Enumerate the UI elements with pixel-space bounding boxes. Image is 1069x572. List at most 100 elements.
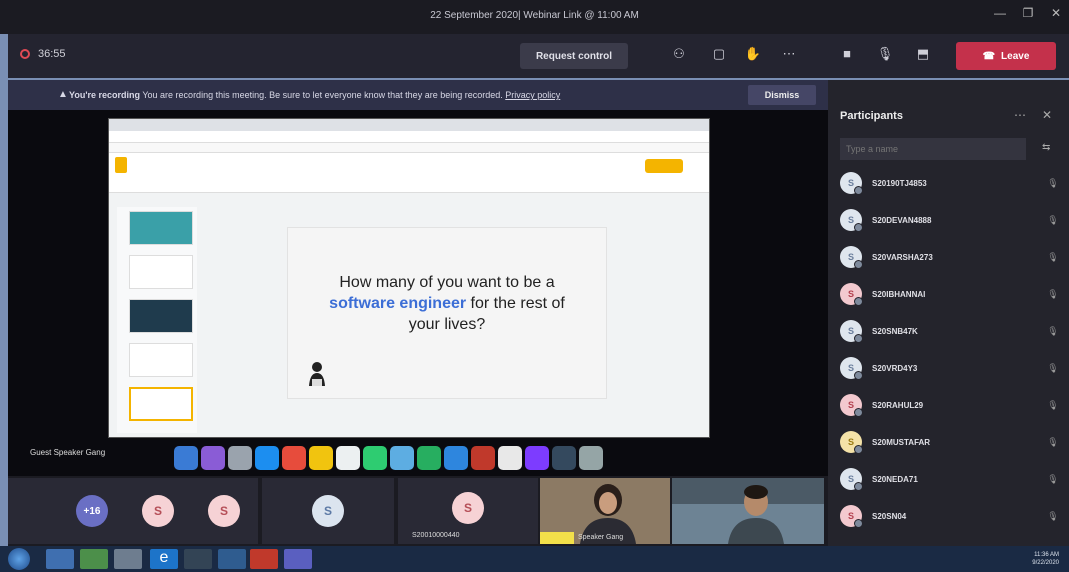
- mic-muted-icon: 🎙: [1047, 473, 1059, 484]
- media-taskbar-icon[interactable]: [80, 549, 108, 569]
- participant-avatar: S: [312, 495, 344, 527]
- meeting-timer: 36:55: [20, 48, 66, 60]
- notes-icon: [309, 446, 333, 470]
- teams-taskbar-icon[interactable]: [284, 549, 312, 569]
- participant-item[interactable]: S S20MUSTAFAR 🎙: [840, 429, 1060, 455]
- raise-hand-icon[interactable]: ✋: [742, 46, 764, 66]
- chrome-icon: [498, 446, 522, 470]
- participant-item[interactable]: S S20NEDA71 🎙: [840, 466, 1060, 492]
- participant-avatar: S: [142, 495, 174, 527]
- speaker-label: Guest Speaker Gang: [30, 448, 106, 457]
- recording-icon: [20, 49, 30, 59]
- slide-thumbnail: [129, 211, 193, 245]
- slides-logo-icon: [115, 157, 127, 173]
- app-store-icon: [444, 446, 468, 470]
- participant-avatar: S: [208, 495, 240, 527]
- launchpad-icon: [228, 446, 252, 470]
- participant-avatar: S: [452, 492, 484, 524]
- slide-line-1: How many of you want to be a: [339, 274, 555, 291]
- request-control-button[interactable]: Request control: [520, 43, 628, 69]
- participant-list-avatar: S: [840, 505, 863, 528]
- maximize-icon[interactable]: ❐: [1016, 6, 1040, 20]
- mic-muted-icon: 🎙: [1047, 251, 1059, 262]
- participant-item[interactable]: S S20SNB47K 🎙: [840, 318, 1060, 344]
- internet-explorer-icon[interactable]: e: [150, 549, 178, 569]
- participant-video-tile[interactable]: [672, 478, 824, 544]
- leave-button[interactable]: ☎ Leave: [956, 42, 1056, 70]
- participant-name: S20MUSTAFAR: [872, 437, 931, 447]
- minimize-icon[interactable]: —: [988, 6, 1012, 20]
- app-taskbar-icon[interactable]: [218, 549, 246, 569]
- clock-time: 11:36 AM: [1034, 552, 1059, 558]
- participant-list-avatar: S: [840, 357, 863, 380]
- camera-icon[interactable]: ■: [836, 46, 858, 66]
- close-icon[interactable]: ✕: [1044, 6, 1068, 20]
- participant-name: S20DEVAN4888: [872, 215, 932, 225]
- mic-muted-icon: 🎙: [1047, 362, 1059, 373]
- participant-item[interactable]: S S20SN04 🎙: [840, 503, 1060, 529]
- safari-icon: [255, 446, 279, 470]
- invite-icon[interactable]: ⇆: [1042, 142, 1050, 153]
- facetime-icon: [417, 446, 441, 470]
- meeting-toolbar: 36:55 Request control ⚇ ▢ ✋ ⋯ ■ 🎙 ⬒ ☎ Le…: [8, 34, 1069, 78]
- participant-list-avatar: S: [840, 320, 863, 343]
- music-icon: [471, 446, 495, 470]
- participant-name: S20SN04: [872, 511, 907, 521]
- participant-item[interactable]: S S20VARSHA273 🎙: [840, 244, 1060, 270]
- photos-icon: [552, 446, 576, 470]
- participants-panel: Participants ⋯ ✕ ⇆ S S20190TJ4853 🎙 S S2…: [828, 80, 1069, 546]
- participant-name: S20190TJ4853: [872, 178, 927, 188]
- slide-thumbnail: [129, 343, 193, 377]
- banner-text: You're recording You are recording this …: [64, 90, 560, 100]
- privacy-policy-link[interactable]: Privacy policy: [505, 90, 560, 100]
- mic-muted-icon: 🎙: [1047, 177, 1059, 188]
- participant-item[interactable]: S S20190TJ4853 🎙: [840, 170, 1060, 196]
- chat-icon[interactable]: ▢: [708, 46, 730, 66]
- start-button-icon[interactable]: [8, 548, 30, 570]
- more-participants-badge[interactable]: +16: [76, 495, 108, 527]
- participant-tile-group[interactable]: +16 S S: [8, 478, 258, 544]
- participant-tile[interactable]: S: [262, 478, 394, 544]
- folder-taskbar-icon[interactable]: [114, 549, 142, 569]
- dismiss-button[interactable]: Dismiss: [748, 85, 816, 105]
- participant-name: S20RAHUL29: [872, 400, 924, 410]
- participant-tile[interactable]: S S20010000440: [398, 478, 538, 544]
- browser-address-bar: [109, 131, 709, 143]
- microphone-icon[interactable]: 🎙: [874, 46, 896, 66]
- clock-date: 9/22/2020: [1032, 560, 1059, 566]
- slide-thumbnail: [129, 299, 193, 333]
- participant-item[interactable]: S S20IBHANNAI 🎙: [840, 281, 1060, 307]
- participant-name: S20NEDA71: [872, 474, 918, 484]
- participant-figure-icon: [672, 478, 824, 544]
- participant-item[interactable]: S S20VRD4Y3 🎙: [840, 355, 1060, 381]
- banner-message: You are recording this meeting. Be sure …: [142, 90, 503, 100]
- share-screen-icon[interactable]: ⬒: [912, 46, 934, 66]
- participant-list-avatar: S: [840, 468, 863, 491]
- participant-name: S20VARSHA273: [872, 252, 933, 262]
- calendar-icon: [282, 446, 306, 470]
- participant-item[interactable]: S S20DEVAN4888 🎙: [840, 207, 1060, 233]
- trash-icon: [579, 446, 603, 470]
- participant-list-avatar: S: [840, 283, 863, 306]
- explorer-taskbar-icon[interactable]: [46, 549, 74, 569]
- slides-header: [109, 153, 709, 179]
- more-options-icon[interactable]: ⋯: [1014, 108, 1026, 122]
- acrobat-taskbar-icon[interactable]: [250, 549, 278, 569]
- video-participant-name: Speaker Gang: [578, 534, 624, 541]
- speaker-video-tile[interactable]: Speaker Gang: [540, 478, 670, 544]
- app-taskbar-icon[interactable]: [184, 549, 212, 569]
- mic-muted-icon: 🎙: [1047, 288, 1059, 299]
- reminders-icon: [336, 446, 360, 470]
- participant-list-avatar: S: [840, 431, 863, 454]
- show-participants-icon[interactable]: ⚇: [668, 46, 690, 66]
- system-clock[interactable]: 11:36 AM 9/22/2020: [1032, 551, 1059, 567]
- participant-item[interactable]: S S20RAHUL29 🎙: [840, 392, 1060, 418]
- finder-icon: [174, 446, 198, 470]
- participants-title: Participants: [840, 110, 903, 122]
- close-panel-icon[interactable]: ✕: [1042, 108, 1052, 122]
- window-titlebar: 22 September 2020| Webinar Link @ 11:00 …: [0, 0, 1069, 34]
- participant-search-input[interactable]: [840, 138, 1026, 160]
- more-actions-icon[interactable]: ⋯: [778, 46, 800, 66]
- slide-highlight: software engineer: [329, 295, 467, 312]
- leave-label: Leave: [1001, 50, 1030, 62]
